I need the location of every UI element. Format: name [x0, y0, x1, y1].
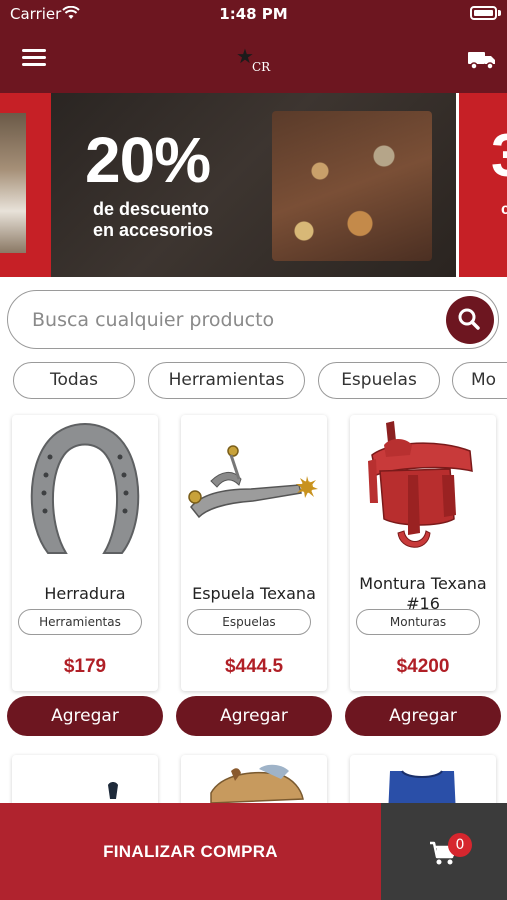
app-header: Carrier 1:48 PM ★ CR: [0, 0, 507, 93]
product-card[interactable]: Herradura Herramientas $179: [12, 415, 158, 691]
truck-icon: [468, 52, 495, 70]
banner-subtitle: de descuento en accesorios: [93, 199, 273, 241]
shipping-button[interactable]: [467, 48, 497, 72]
saddle-image: [368, 421, 473, 548]
banner-slide-next[interactable]: 3 c: [456, 93, 507, 277]
product-card[interactable]: Espuela Texana Espuelas $444.5: [181, 415, 327, 691]
cart-button[interactable]: 0: [381, 803, 507, 900]
battery-tip: [498, 10, 501, 16]
category-chip-espuelas[interactable]: Espuelas: [318, 362, 440, 399]
app-root: Carrier 1:48 PM ★ CR 20% de descuento en…: [0, 0, 507, 900]
product-category-tag: Espuelas: [187, 609, 311, 635]
category-chip-monturas[interactable]: Mo: [452, 362, 507, 399]
search-icon: [458, 308, 480, 330]
search-bar: [7, 290, 499, 349]
promo-banner-carousel[interactable]: 20% de descuento en accesorios 3 c: [0, 93, 507, 277]
menu-icon: [22, 49, 48, 66]
product-price: $444.5: [224, 656, 284, 677]
banner-prev-image: [0, 113, 26, 253]
product-price: $4200: [396, 656, 450, 677]
banner-slide-prev[interactable]: [0, 93, 51, 277]
category-filter-bar: Todas Herramientas Espuelas Mo: [0, 362, 507, 402]
menu-button[interactable]: [22, 49, 48, 71]
product-price: $179: [63, 656, 107, 677]
banner-next-peek-text: 3: [491, 121, 507, 190]
product-category-tag: Herramientas: [18, 609, 142, 635]
add-to-cart-button[interactable]: Agregar: [7, 696, 163, 736]
app-logo: ★ CR: [230, 44, 280, 78]
category-chip-herramientas[interactable]: Herramientas: [148, 362, 305, 399]
logo-text: CR: [252, 60, 271, 74]
add-to-cart-button[interactable]: Agregar: [345, 696, 501, 736]
search-input[interactable]: [32, 303, 432, 337]
search-button[interactable]: [446, 296, 494, 344]
category-chip-todas[interactable]: Todas: [13, 362, 135, 399]
banner-slide-current[interactable]: 20% de descuento en accesorios: [51, 93, 456, 277]
add-to-cart-button[interactable]: Agregar: [176, 696, 332, 736]
bottom-action-bar: FINALIZAR COMPRA 0: [0, 803, 507, 900]
horseshoe-image: [30, 423, 140, 554]
status-bar: Carrier 1:48 PM: [0, 0, 507, 28]
cart-count-badge: 0: [448, 833, 472, 857]
status-time: 1:48 PM: [219, 5, 288, 23]
spur-image: [188, 445, 318, 519]
banner-accessories-image: [272, 111, 432, 261]
product-category-tag: Monturas: [356, 609, 480, 635]
product-card[interactable]: Montura Texana #16 Monturas $4200: [350, 415, 496, 691]
banner-subtitle-line2: en accesorios: [93, 220, 214, 240]
checkout-button[interactable]: FINALIZAR COMPRA: [0, 803, 381, 900]
banner-subtitle-line1: de descuento: [93, 199, 210, 219]
battery-icon: [470, 6, 497, 20]
banner-discount-text: 20%: [85, 124, 211, 196]
banner-next-peek-small: c: [501, 201, 507, 218]
